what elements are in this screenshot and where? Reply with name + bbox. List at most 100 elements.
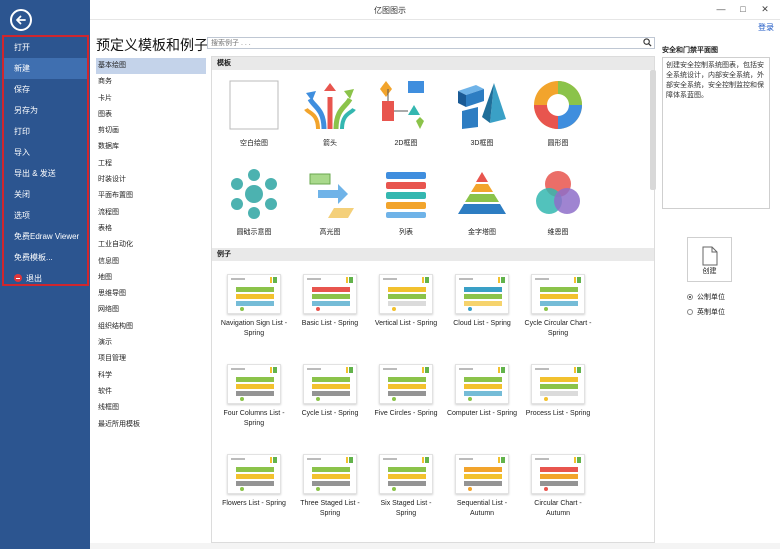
category-item[interactable]: 组织结构图 (96, 319, 206, 335)
menu-item-3[interactable]: 另存为 (4, 100, 87, 121)
template-item[interactable]: 箭头 (292, 70, 368, 159)
hub-spoke-icon (231, 169, 277, 219)
metric-units-option[interactable]: 公制单位 (687, 292, 725, 302)
category-item[interactable]: 演示 (96, 335, 206, 351)
template-label: 列表 (399, 229, 413, 236)
template-item[interactable]: 2D框图 (368, 70, 444, 159)
example-item[interactable]: Cycle List - Spring (292, 351, 368, 441)
menu-item-0[interactable]: 打开 (4, 37, 87, 58)
category-item[interactable]: 工业自动化 (96, 237, 206, 253)
menu-item-5[interactable]: 导入 (4, 142, 87, 163)
example-label: Basic List - Spring (301, 320, 359, 327)
venn-icon (536, 171, 580, 214)
menu-item-6[interactable]: 导出 & 发送 (4, 163, 87, 184)
category-item[interactable]: 信息图 (96, 254, 206, 270)
create-button[interactable]: 创建 (687, 237, 732, 282)
category-item[interactable]: 流程图 (96, 205, 206, 221)
example-item[interactable]: Basic List - Spring (292, 261, 368, 351)
category-item[interactable]: 商务 (96, 74, 206, 90)
menu-item-8[interactable]: 选项 (4, 205, 87, 226)
template-title: 安全和门禁平面图 (662, 47, 718, 54)
example-item[interactable]: Three Staged List - Spring (292, 441, 368, 531)
page-title: 预定义模板和例子 (96, 37, 208, 53)
template-item[interactable]: 3D框图 (444, 70, 520, 159)
menu-item-4[interactable]: 打印 (4, 121, 87, 142)
example-item[interactable]: Flowers List - Spring (216, 441, 292, 531)
3d-shapes-icon (458, 83, 506, 129)
blank-page-icon (229, 80, 279, 130)
close-button[interactable]: ✕ (754, 2, 776, 16)
category-item[interactable]: 数据库 (96, 139, 206, 155)
category-item[interactable]: 工程 (96, 156, 206, 172)
example-label: Vertical List - Spring (374, 320, 438, 327)
example-item[interactable]: Sequential List - Autumn (444, 441, 520, 531)
example-item[interactable]: Navigation Sign List - Spring (216, 261, 292, 351)
category-item[interactable]: 卡片 (96, 91, 206, 107)
search-input[interactable] (208, 38, 628, 49)
example-thumbnail (531, 454, 585, 494)
example-item[interactable]: Vertical List - Spring (368, 261, 444, 351)
menu-item-1[interactable]: 新建 (4, 58, 87, 79)
menu-item-9[interactable]: 免费Edraw Viewer (4, 226, 87, 247)
category-item[interactable]: 软件 (96, 384, 206, 400)
template-item[interactable]: 高光图 (292, 159, 368, 248)
category-item[interactable]: 平面布置图 (96, 188, 206, 204)
category-item[interactable]: 剪切画 (96, 123, 206, 139)
category-item[interactable]: 思维导图 (96, 286, 206, 302)
template-label: 箭头 (323, 140, 337, 147)
menu-item-7[interactable]: 关闭 (4, 184, 87, 205)
template-item[interactable]: 圆形图 (520, 70, 596, 159)
template-item[interactable]: 金字塔图 (444, 159, 520, 248)
maximize-button[interactable]: □ (732, 2, 754, 16)
example-item[interactable]: Process List - Spring (520, 351, 596, 441)
example-item[interactable]: Cloud List - Spring (444, 261, 520, 351)
imperial-units-option[interactable]: 英制单位 (687, 307, 725, 317)
category-item[interactable]: 时装设计 (96, 172, 206, 188)
category-item[interactable]: 图表 (96, 107, 206, 123)
category-item[interactable]: 地图 (96, 270, 206, 286)
minimize-button[interactable]: — (710, 2, 732, 16)
menu-item-2[interactable]: 保存 (4, 79, 87, 100)
example-item[interactable]: Six Staged List - Spring (368, 441, 444, 531)
template-item[interactable]: 空白绘图 (216, 70, 292, 159)
category-item[interactable]: 最近所用模板 (96, 417, 206, 433)
category-item[interactable]: 网络图 (96, 302, 206, 318)
gallery-scrollbar[interactable] (650, 70, 656, 190)
category-item[interactable]: 基本绘图 (96, 58, 206, 75)
login-link[interactable]: 登录 (758, 22, 774, 33)
example-item[interactable]: Circular Chart - Autumn (520, 441, 596, 531)
template-item[interactable]: 圆础示意图 (216, 159, 292, 248)
template-item[interactable]: 列表 (368, 159, 444, 248)
metric-label: 公制单位 (697, 294, 725, 301)
category-list: 基本绘图 商务 卡片 图表 剪切画 数据库 工程 时装设计 平面布置图 流程图 表格 工业自动化 信息图… (96, 58, 206, 433)
example-item[interactable]: Five Circles - Spring (368, 351, 444, 441)
example-thumbnail (303, 274, 357, 314)
category-item[interactable]: 项目管理 (96, 351, 206, 367)
imperial-label: 英制单位 (697, 309, 725, 316)
template-item[interactable]: 维恩图 (520, 159, 596, 248)
example-thumbnail (455, 274, 509, 314)
backstage-sidebar: 打开新建 保存 另存为 打印 导入 导出 & 发送关闭选项免费Edraw Viewer 免费… (0, 0, 90, 549)
window-title: 亿图图示 (374, 6, 406, 15)
back-button[interactable] (10, 9, 32, 31)
menu-item-10[interactable]: 免费模板... (4, 247, 87, 268)
example-label: Six Staged List - Spring (380, 500, 432, 517)
example-item[interactable]: Cycle Circular Chart - Spring (520, 261, 596, 351)
menu-item-label: 打开 (14, 43, 30, 52)
metric-radio[interactable] (687, 294, 693, 300)
category-item[interactable]: 表格 (96, 221, 206, 237)
menu-item-label: 关闭 (14, 190, 30, 199)
category-item[interactable]: 科学 (96, 368, 206, 384)
menu-item-11[interactable]: 退出 (4, 268, 87, 289)
example-item[interactable]: Computer List - Spring (444, 351, 520, 441)
imperial-radio[interactable] (687, 309, 693, 315)
example-thumbnail (227, 364, 281, 404)
menu-item-label: 免费Edraw Viewer (14, 232, 80, 241)
file-menu: 打开新建 保存 另存为 打印 导入 导出 & 发送关闭选项免费Edraw Viewer 免费… (2, 35, 89, 286)
search-icon[interactable] (643, 38, 652, 47)
example-item[interactable]: Four Columns List - Spring (216, 351, 292, 441)
category-item[interactable]: 线框图 (96, 400, 206, 416)
window-controls: — □ ✕ (710, 2, 776, 16)
template-gallery: 模板 空白绘图 箭头 2D框图 3D框图 圆形图 圆础示意图 高光图 列表 金字塔图 维恩图 例子… (211, 56, 655, 543)
example-thumbnail (227, 274, 281, 314)
